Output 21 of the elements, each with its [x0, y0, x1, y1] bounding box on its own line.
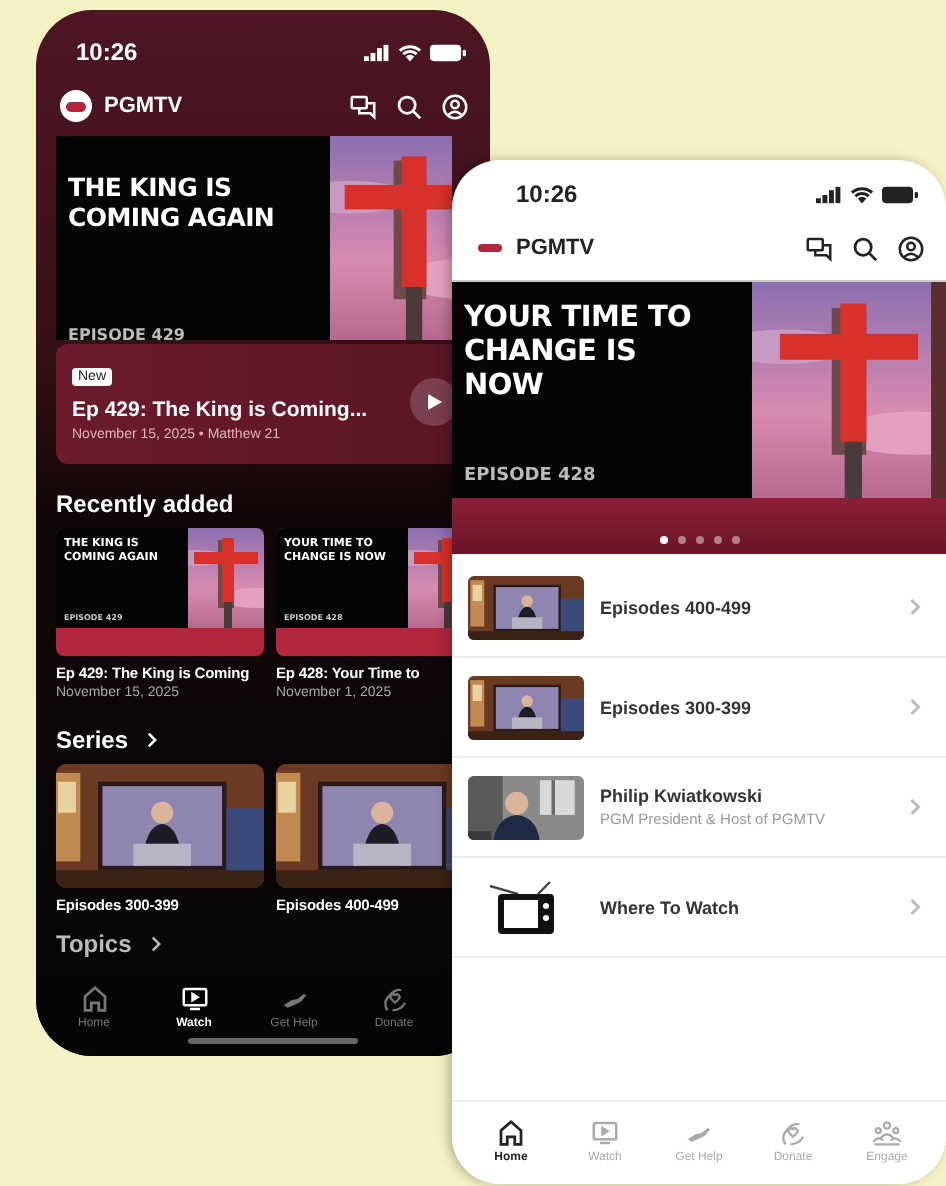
row-title: Episodes 300-399 — [600, 697, 754, 717]
brand-name: PGMTV — [104, 94, 183, 118]
episode-label: EPISODE 429 — [68, 326, 187, 344]
status-time: 10:26 — [76, 38, 138, 66]
list-row[interactable]: Where To Watch — [452, 858, 946, 958]
hero-banner[interactable]: THE KING IS COMING AGAIN EPISODE 429 — [56, 136, 452, 340]
hero-title: THE KING IS COMING AGAIN — [68, 172, 277, 232]
row-title: Where To Watch — [600, 897, 741, 917]
section-heading: Series — [56, 726, 129, 754]
hero-banner[interactable]: YOUR TIME TO CHANGE IS NOW EPISODE 428 — [452, 280, 946, 498]
row-title: Philip Kwiatkowski — [600, 786, 765, 806]
list-row[interactable]: Episodes 400-499 — [452, 558, 946, 658]
row-title: Episodes 400-499 — [600, 597, 754, 617]
section-heading: Topics — [56, 930, 132, 958]
list-row[interactable]: Episodes 300-399 — [452, 658, 946, 758]
episode-label: EPISODE 428 — [464, 466, 598, 486]
hero-title: YOUR TIME TO CHANGE IS NOW — [464, 302, 694, 404]
episode-title: Ep 429: The King is Coming... — [72, 398, 368, 422]
section-heading: Recently added — [56, 490, 234, 518]
brand-name: PGMTV — [516, 236, 595, 260]
status-time: 10:26 — [516, 180, 578, 208]
